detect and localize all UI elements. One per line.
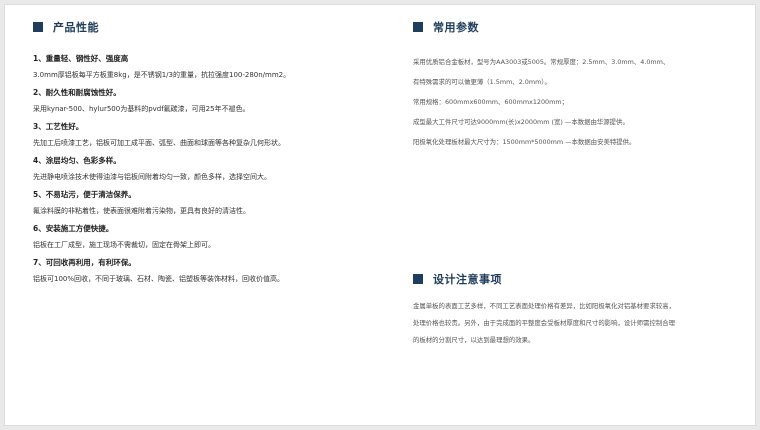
item-title: 4、涂层均匀、色彩多样。 xyxy=(33,156,121,165)
square-bullet-icon xyxy=(413,274,423,284)
document-card: 产品性能 1、重量轻、钢性好、强度高 3.0mm厚铝板每平方板重8kg，是不锈钢… xyxy=(4,4,756,426)
paragraph: 金属单板的表面工艺多样，不同工艺表面处理价格有差异，比如阳极氧化对铝基材要求较高… xyxy=(413,302,676,310)
item-body: 采用kynar-500、hylur500为基料的pvdf氟碳漆，可用25年不褪色… xyxy=(33,105,250,113)
item-body: 铝板可100%回收，不同于玻璃、石材、陶瓷、铝塑板等装饰材料，回收价值高。 xyxy=(33,275,285,283)
notes-text: 金属单板的表面工艺多样，不同工艺表面处理价格有差异，比如阳极氧化对铝基材要求较高… xyxy=(413,301,743,345)
list-item: 1、重量轻、钢性好、强度高 3.0mm厚铝板每平方板重8kg，是不锈钢1/3的重… xyxy=(33,53,373,81)
square-bullet-icon xyxy=(33,22,43,32)
item-body: 3.0mm厚铝板每平方板重8kg，是不锈钢1/3的重量，抗拉强度100-280n… xyxy=(33,71,291,79)
common-parameters-section: 常用参数 采用优质铝合金板材，型号为AA3003或5005。常规厚度：2.5mm… xyxy=(413,17,743,157)
list-item: 7、可回收再利用，有利环保。 铝板可100%回收，不同于玻璃、石材、陶瓷、铝塑板… xyxy=(33,257,373,285)
item-body: 先进静电喷涂技术使得油漆与铝板间附着均匀一致，颜色多样，选择空间大。 xyxy=(33,173,271,181)
item-title: 2、耐久性和耐腐蚀性好。 xyxy=(33,88,121,97)
section-header: 产品性能 xyxy=(33,17,373,37)
paragraph: 有特殊需求的可以做更薄（1.5mm、2.0mm）。 xyxy=(413,78,551,86)
item-body: 氟涂料膜的非粘着性，使表面很难附着污染物，更具有良好的清洁性。 xyxy=(33,207,250,215)
performance-list: 1、重量轻、钢性好、强度高 3.0mm厚铝板每平方板重8kg，是不锈钢1/3的重… xyxy=(33,53,373,285)
list-item: 2、耐久性和耐腐蚀性好。 采用kynar-500、hylur500为基料的pvd… xyxy=(33,87,373,115)
paragraph: 处理价格也较贵。另外，由于完成面的平整度会受板材厚度和尺寸的影响，设计师需控制合… xyxy=(413,319,676,327)
parameters-text: 采用优质铝合金板材，型号为AA3003或5005。常规厚度：2.5mm、3.0m… xyxy=(413,57,743,147)
paragraph: 采用优质铝合金板材，型号为AA3003或5005。常规厚度：2.5mm、3.0m… xyxy=(413,58,670,66)
section-title: 常用参数 xyxy=(433,21,479,34)
paragraph: 的板材的分割尺寸，以达到最理想的效果。 xyxy=(413,336,535,344)
section-title: 产品性能 xyxy=(53,21,99,34)
section-header: 设计注意事项 xyxy=(413,269,743,289)
product-performance-section: 产品性能 1、重量轻、钢性好、强度高 3.0mm厚铝板每平方板重8kg，是不锈钢… xyxy=(33,17,373,291)
section-header: 常用参数 xyxy=(413,17,743,37)
item-title: 7、可回收再利用，有利环保。 xyxy=(33,258,136,267)
section-title: 设计注意事项 xyxy=(433,273,502,286)
item-body: 先加工后喷漆工艺，铝板可加工成平面、弧型、曲面和球面等各种复杂几何形状。 xyxy=(33,139,285,147)
design-notes-section: 设计注意事项 金属单板的表面工艺多样，不同工艺表面处理价格有差异，比如阳极氧化对… xyxy=(413,269,743,352)
paragraph: 常用规格：600mmx600mm、600mmx1200mm； xyxy=(413,98,568,106)
list-item: 3、工艺性好。 先加工后喷漆工艺，铝板可加工成平面、弧型、曲面和球面等各种复杂几… xyxy=(33,121,373,149)
item-title: 3、工艺性好。 xyxy=(33,122,84,131)
item-title: 5、不易玷污，便于清洁保养。 xyxy=(33,190,136,199)
square-bullet-icon xyxy=(413,22,423,32)
item-body: 铝板在工厂成型，施工现场不需裁切，固定在骨架上即可。 xyxy=(33,241,215,249)
item-title: 1、重量轻、钢性好、强度高 xyxy=(33,54,129,63)
paragraph: 阳极氧化处理板材最大尺寸为：1500mm*5000mm —本数据由安美特提供。 xyxy=(413,138,636,146)
paragraph: 成型最大工件尺寸可达9000mm(长)x2000mm (宽) —本数据由华源提供… xyxy=(413,118,629,126)
list-item: 5、不易玷污，便于清洁保养。 氟涂料膜的非粘着性，使表面很难附着污染物，更具有良… xyxy=(33,189,373,217)
list-item: 4、涂层均匀、色彩多样。 先进静电喷涂技术使得油漆与铝板间附着均匀一致，颜色多样… xyxy=(33,155,373,183)
list-item: 6、安装施工方便快捷。 铝板在工厂成型，施工现场不需裁切，固定在骨架上即可。 xyxy=(33,223,373,251)
item-title: 6、安装施工方便快捷。 xyxy=(33,224,114,233)
